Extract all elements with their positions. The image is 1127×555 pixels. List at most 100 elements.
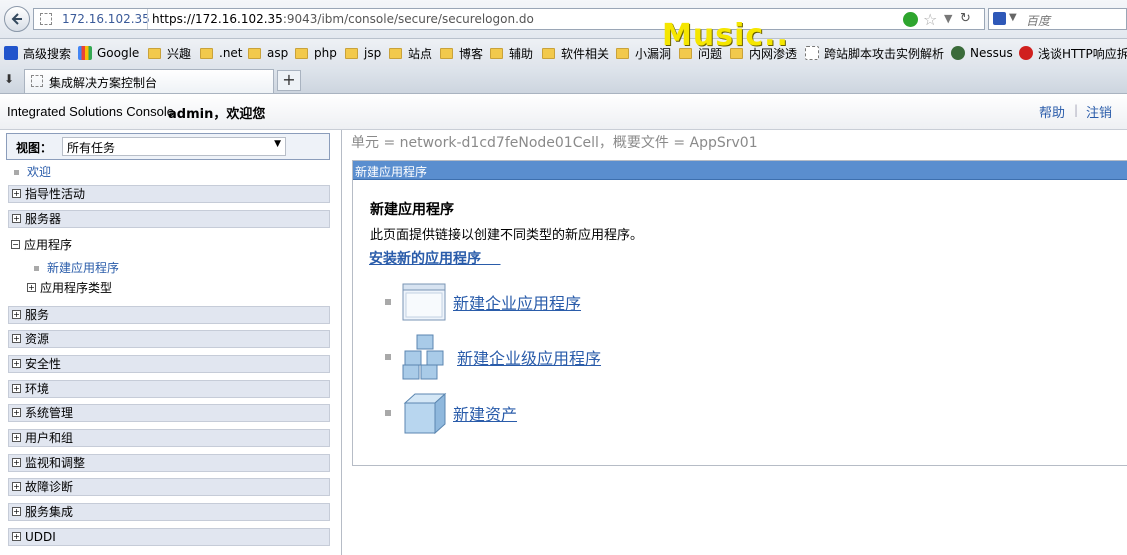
nav-item-service-integration[interactable]: + 服务集成 bbox=[8, 503, 330, 521]
back-arrow-icon bbox=[11, 13, 22, 25]
view-select[interactable]: 所有任务 ▼ bbox=[62, 137, 286, 156]
history-dropdown-icon[interactable]: ▼ bbox=[944, 12, 952, 25]
bookmark-item[interactable]: 跨站脚本攻击实例解析 bbox=[805, 45, 944, 61]
site-host: 172.16.102.35 bbox=[62, 12, 150, 26]
bookmark-label: 博客 bbox=[459, 46, 484, 61]
bookmark-label: Google bbox=[97, 46, 140, 60]
nav-subitem-label: 应用程序类型 bbox=[40, 281, 113, 295]
nav-item-users-and-groups[interactable]: + 用户和组 bbox=[8, 429, 330, 447]
tab-active[interactable]: 集成解决方案控制台 bbox=[24, 69, 274, 93]
new-enterprise-application-link[interactable]: 新建企业应用程序 bbox=[453, 290, 581, 314]
nav-item-uddi[interactable]: + UDDI bbox=[8, 528, 330, 546]
bookmark-label: 辅助 bbox=[509, 46, 534, 61]
expand-plus-icon[interactable]: + bbox=[12, 334, 21, 343]
nav-subitem-label[interactable]: 新建应用程序 bbox=[47, 261, 119, 275]
bookmark-folder[interactable]: 博客 bbox=[440, 45, 483, 61]
bookmark-folder[interactable]: jsp bbox=[345, 45, 381, 61]
nav-item-monitoring-and-tuning[interactable]: + 监视和调整 bbox=[8, 454, 330, 472]
bookmark-item[interactable]: 高级搜索 bbox=[4, 45, 71, 61]
reload-icon[interactable]: ↻ bbox=[960, 11, 971, 26]
nav-item-security[interactable]: + 安全性 bbox=[8, 355, 330, 373]
bookmark-folder[interactable]: 站点 bbox=[389, 45, 432, 61]
help-link[interactable]: 帮助 bbox=[1039, 102, 1065, 121]
bookmark-label: 软件相关 bbox=[561, 46, 610, 61]
page-heading: 新建应用程序 bbox=[370, 202, 454, 218]
bookmark-folder[interactable]: .net bbox=[200, 45, 243, 61]
nav-item-label: 环境 bbox=[25, 382, 50, 396]
collapse-minus-icon[interactable]: − bbox=[11, 240, 20, 249]
expand-plus-icon[interactable]: + bbox=[12, 384, 21, 393]
new-tab-button[interactable]: + bbox=[277, 70, 301, 91]
search-placeholder: 百度 bbox=[1026, 14, 1051, 28]
expand-plus-icon[interactable]: + bbox=[12, 433, 21, 442]
nav-item-troubleshooting[interactable]: + 故障诊断 bbox=[8, 478, 330, 496]
go-icon[interactable] bbox=[903, 12, 918, 27]
expand-plus-icon[interactable]: + bbox=[12, 458, 21, 467]
bookmark-item[interactable]: 浅谈HTTP响应拆 bbox=[1019, 45, 1127, 61]
expand-plus-icon[interactable]: + bbox=[12, 189, 21, 198]
host-divider bbox=[147, 9, 148, 29]
nav-item-services[interactable]: + 服务 bbox=[8, 306, 330, 324]
bookmark-item[interactable]: Google bbox=[78, 45, 139, 61]
tab-list-arrow-icon[interactable]: ⬇ bbox=[4, 72, 14, 86]
bookmark-label: Nessus bbox=[970, 46, 1013, 60]
expand-plus-icon[interactable]: + bbox=[12, 507, 21, 516]
expand-plus-icon[interactable]: + bbox=[12, 310, 21, 319]
new-enterprise-application-item: 新建企业应用程序 bbox=[385, 281, 581, 323]
expand-plus-icon[interactable]: + bbox=[12, 408, 21, 417]
folder-icon bbox=[440, 47, 453, 59]
back-button[interactable] bbox=[4, 6, 30, 32]
nav-item-environment[interactable]: + 环境 bbox=[8, 380, 330, 398]
bookmark-folder[interactable]: php bbox=[295, 45, 337, 61]
expand-plus-icon[interactable]: + bbox=[12, 482, 21, 491]
install-new-application-link[interactable]: 安装新的应用程序 bbox=[369, 248, 501, 268]
new-asset-link[interactable]: 新建资产 bbox=[453, 401, 517, 425]
search-box[interactable]: ▼ 百度 bbox=[988, 8, 1127, 30]
url-text[interactable]: https://172.16.102.35:9043/ibm/console/s… bbox=[152, 12, 534, 26]
bookmark-folder[interactable]: 兴趣 bbox=[148, 45, 191, 61]
dropdown-arrow-icon: ▼ bbox=[274, 139, 281, 149]
nav-item-label: 用户和组 bbox=[25, 431, 74, 445]
business-level-app-cubes-icon bbox=[402, 334, 444, 380]
nav-item-label: 故障诊断 bbox=[25, 480, 74, 494]
new-business-level-application-link[interactable]: 新建企业级应用程序 bbox=[457, 345, 601, 369]
bookmark-folder[interactable]: asp bbox=[248, 45, 288, 61]
nav-welcome[interactable]: 欢迎 bbox=[14, 163, 51, 180]
expand-plus-icon[interactable]: + bbox=[12, 359, 21, 368]
bookmark-label: 兴趣 bbox=[167, 46, 192, 61]
nav-subitem-application-types[interactable]: + 应用程序类型 bbox=[27, 279, 112, 296]
nav-subitem-new-application[interactable]: 新建应用程序 bbox=[34, 259, 119, 276]
view-label: 视图： bbox=[16, 141, 53, 155]
product-title: Integrated Solutions Console bbox=[7, 104, 174, 119]
nav-item-servers[interactable]: + 服务器 bbox=[8, 210, 330, 228]
tab-favicon-icon bbox=[31, 75, 43, 87]
expand-plus-icon[interactable]: + bbox=[12, 214, 21, 223]
baidu-search-engine-icon[interactable] bbox=[993, 12, 1006, 25]
folder-icon bbox=[389, 47, 402, 59]
bullet-icon bbox=[385, 299, 391, 305]
bookmark-label: 跨站脚本攻击实例解析 bbox=[824, 46, 945, 61]
site-identity-icon[interactable] bbox=[40, 13, 52, 25]
folder-icon bbox=[200, 47, 213, 59]
bookmark-label: 浅谈HTTP响应拆 bbox=[1038, 46, 1127, 61]
view-filter: 视图： 所有任务 ▼ bbox=[6, 133, 330, 160]
nav-welcome-link[interactable]: 欢迎 bbox=[27, 165, 51, 179]
bookmark-star-icon[interactable]: ☆ bbox=[923, 10, 937, 29]
nav-item-guided-activities[interactable]: + 指导性活动 bbox=[8, 185, 330, 203]
bookmark-folder[interactable]: 辅助 bbox=[490, 45, 533, 61]
folder-icon bbox=[295, 47, 308, 59]
search-engine-dropdown-icon[interactable]: ▼ bbox=[1009, 12, 1017, 23]
expand-plus-icon[interactable]: + bbox=[27, 283, 36, 292]
bookmark-item[interactable]: Nessus bbox=[951, 45, 1013, 61]
bookmark-label: .net bbox=[219, 46, 243, 60]
nav-item-system-administration[interactable]: + 系统管理 bbox=[8, 404, 330, 422]
bookmark-folder[interactable]: 软件相关 bbox=[542, 45, 609, 61]
address-bar[interactable]: 172.16.102.35 https://172.16.102.35:9043… bbox=[33, 8, 985, 30]
nav-item-applications[interactable]: − 应用程序 bbox=[11, 236, 72, 253]
expand-plus-icon[interactable]: + bbox=[12, 532, 21, 541]
new-business-level-application-item: 新建企业级应用程序 bbox=[385, 333, 601, 381]
page-description: 此页面提供链接以创建不同类型的新应用程序。 bbox=[370, 228, 644, 243]
nav-item-resources[interactable]: + 资源 bbox=[8, 330, 330, 348]
folder-icon bbox=[148, 47, 161, 59]
logout-link[interactable]: 注销 bbox=[1086, 102, 1112, 121]
